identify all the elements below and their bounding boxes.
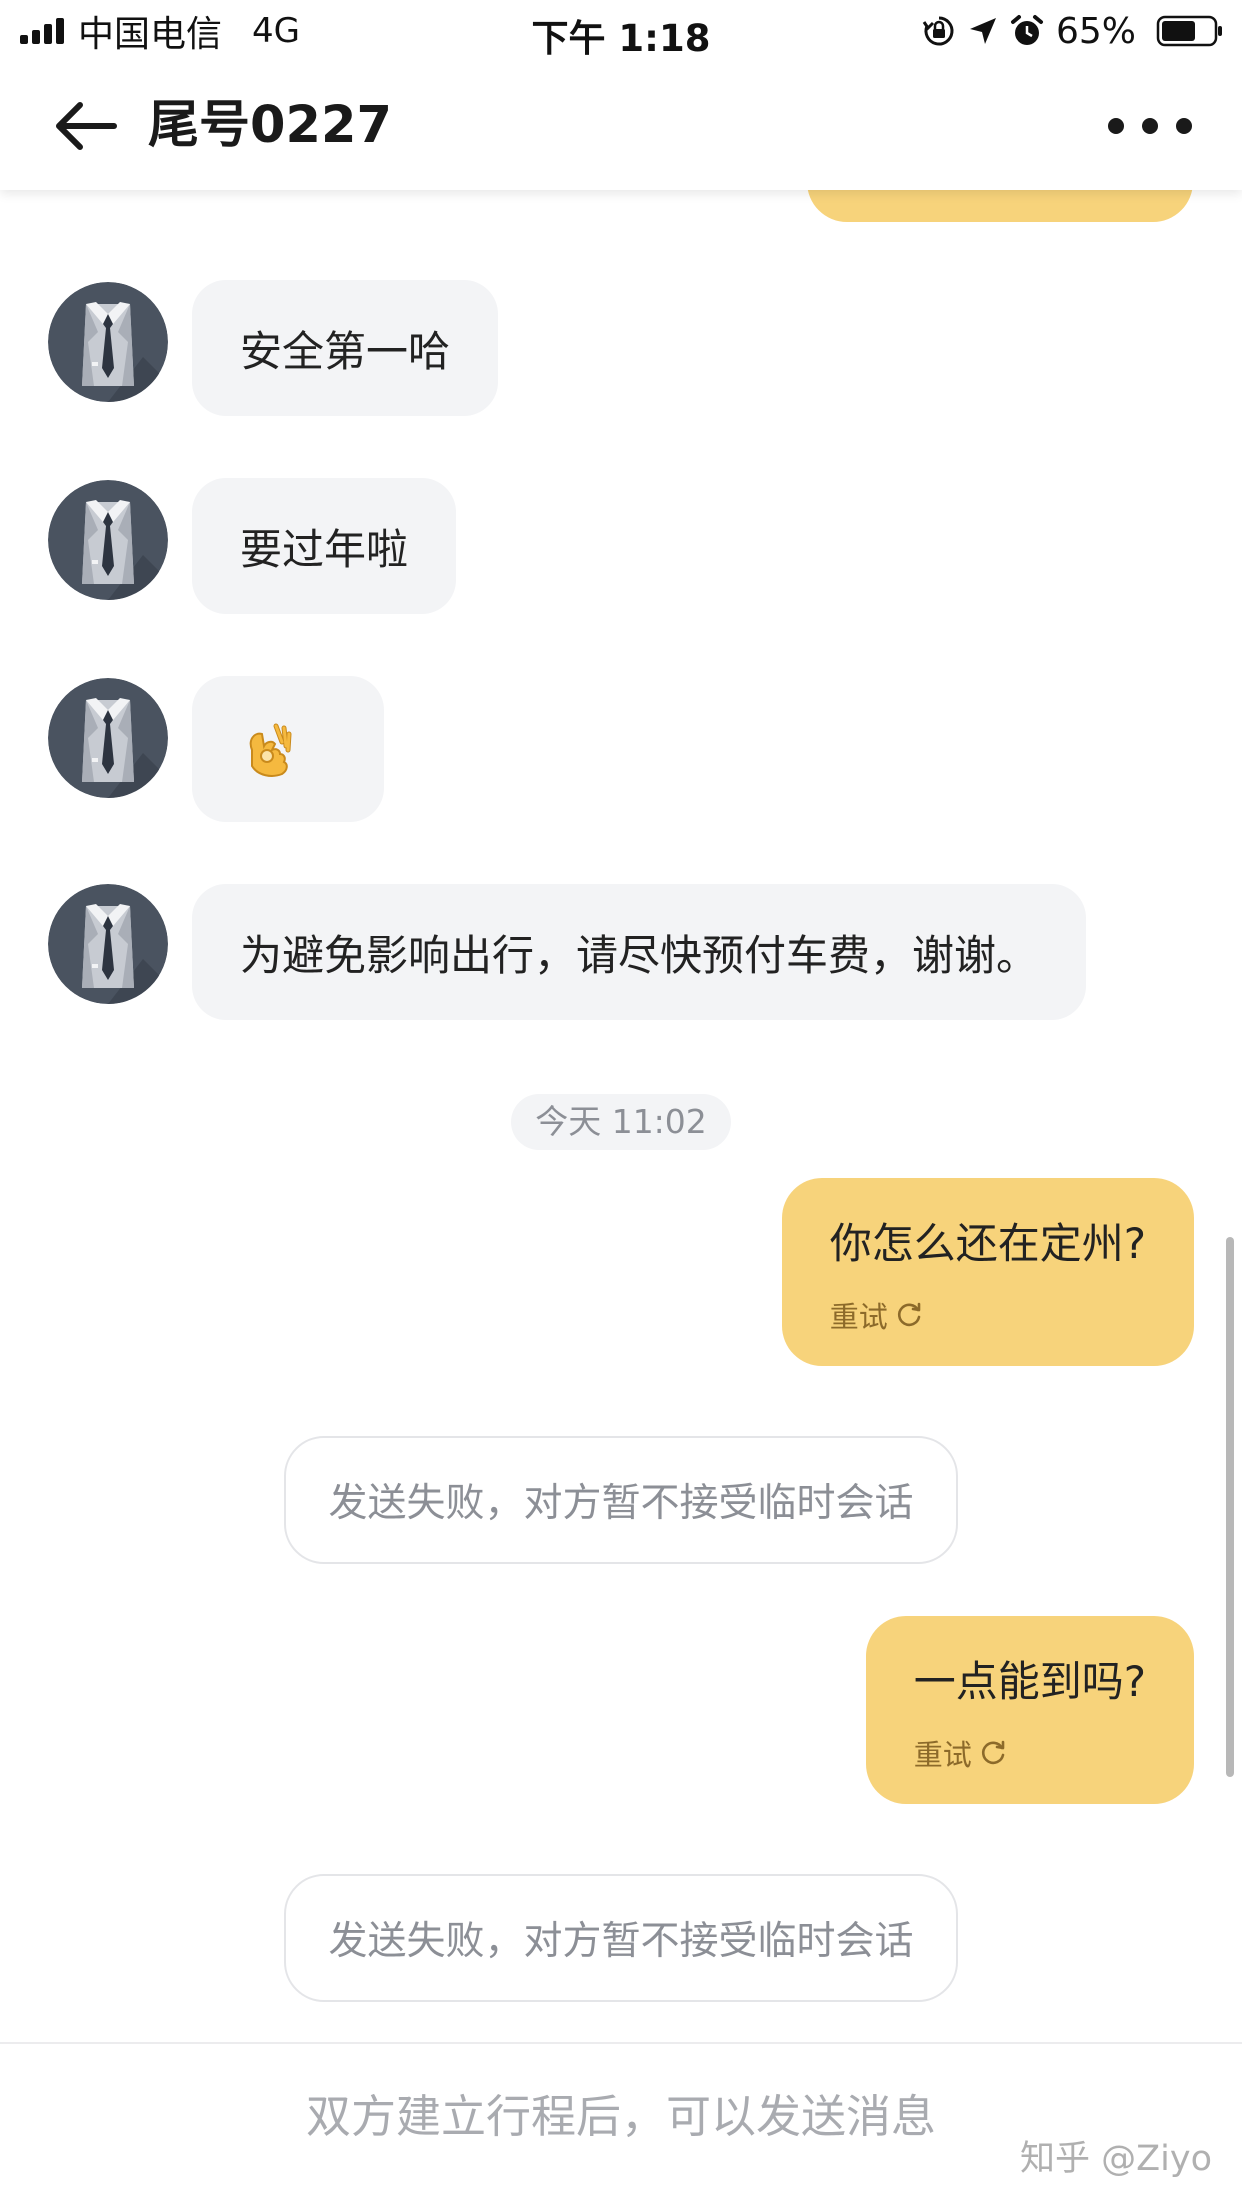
incoming-bubble[interactable] — [192, 676, 384, 822]
rotation-lock-icon — [922, 14, 956, 48]
timestamp-label: 今天 11:02 — [511, 1094, 731, 1150]
more-icon[interactable] — [1108, 106, 1192, 146]
status-right: 65% — [910, 8, 1224, 54]
location-arrow-icon — [968, 16, 998, 46]
avatar[interactable] — [48, 884, 168, 1004]
retry-label: 重试 — [829, 1300, 888, 1334]
outgoing-bubble[interactable]: 一点能到吗? 重试 — [865, 1616, 1194, 1804]
refresh-icon — [981, 1740, 1005, 1765]
retry-label: 重试 — [913, 1738, 972, 1772]
nav-bar: 尾号0227 — [0, 62, 1242, 190]
message-text: 你怎么还在定州? — [829, 1219, 1146, 1268]
battery-percent: 65% — [1055, 10, 1136, 52]
watermark: 知乎 @Ziyo — [1020, 2139, 1212, 2179]
input-bar: 双方建立行程后，可以发送消息 知乎 @Ziyo — [0, 2042, 1242, 2208]
chat-screen: 中国电信 4G 下午 1:18 65% 尾号0227 安全第一哈 要过年啦 为避… — [0, 0, 1242, 2208]
avatar[interactable] — [48, 480, 168, 600]
avatar[interactable] — [48, 678, 168, 798]
retry-button[interactable]: 重试 — [914, 1732, 1146, 1774]
incoming-bubble[interactable]: 为避免影响出行，请尽快预付车费，谢谢。 — [192, 884, 1087, 1020]
message-text: 为避免影响出行，请尽快预付车费，谢谢。 — [240, 930, 1039, 980]
notice-text: 发送失败，对方暂不接受临时会话 — [328, 1481, 914, 1526]
message-text: 一点能到吗? — [913, 1657, 1146, 1706]
message-text: 安全第一哈 — [240, 326, 451, 376]
alarm-icon — [1010, 14, 1044, 48]
incoming-bubble[interactable]: 安全第一哈 — [192, 280, 499, 416]
refresh-icon — [897, 1302, 921, 1327]
back-arrow-icon[interactable] — [52, 98, 122, 154]
send-failed-notice: 发送失败，对方暂不接受临时会话 — [284, 1436, 958, 1564]
send-failed-notice: 发送失败，对方暂不接受临时会话 — [284, 1874, 958, 2002]
message-list[interactable]: 安全第一哈 要过年啦 为避免影响出行，请尽快预付车费，谢谢。 今天 11:02 … — [0, 62, 1242, 2042]
avatar[interactable] — [48, 282, 168, 402]
outgoing-bubble[interactable]: 你怎么还在定州? 重试 — [781, 1178, 1194, 1366]
timestamp: 今天 11:02 — [0, 1094, 1242, 1150]
battery-icon — [1156, 14, 1224, 48]
ok-hand-emoji — [249, 723, 292, 777]
page-title: 尾号0227 — [148, 96, 392, 155]
status-bar: 中国电信 4G 下午 1:18 65% — [0, 0, 1242, 62]
incoming-bubble[interactable]: 要过年啦 — [192, 478, 457, 614]
notice-text: 发送失败，对方暂不接受临时会话 — [328, 1919, 914, 1964]
scrollbar[interactable] — [1226, 1237, 1234, 1777]
message-text: 要过年啦 — [240, 524, 409, 574]
retry-button[interactable]: 重试 — [830, 1294, 1146, 1336]
